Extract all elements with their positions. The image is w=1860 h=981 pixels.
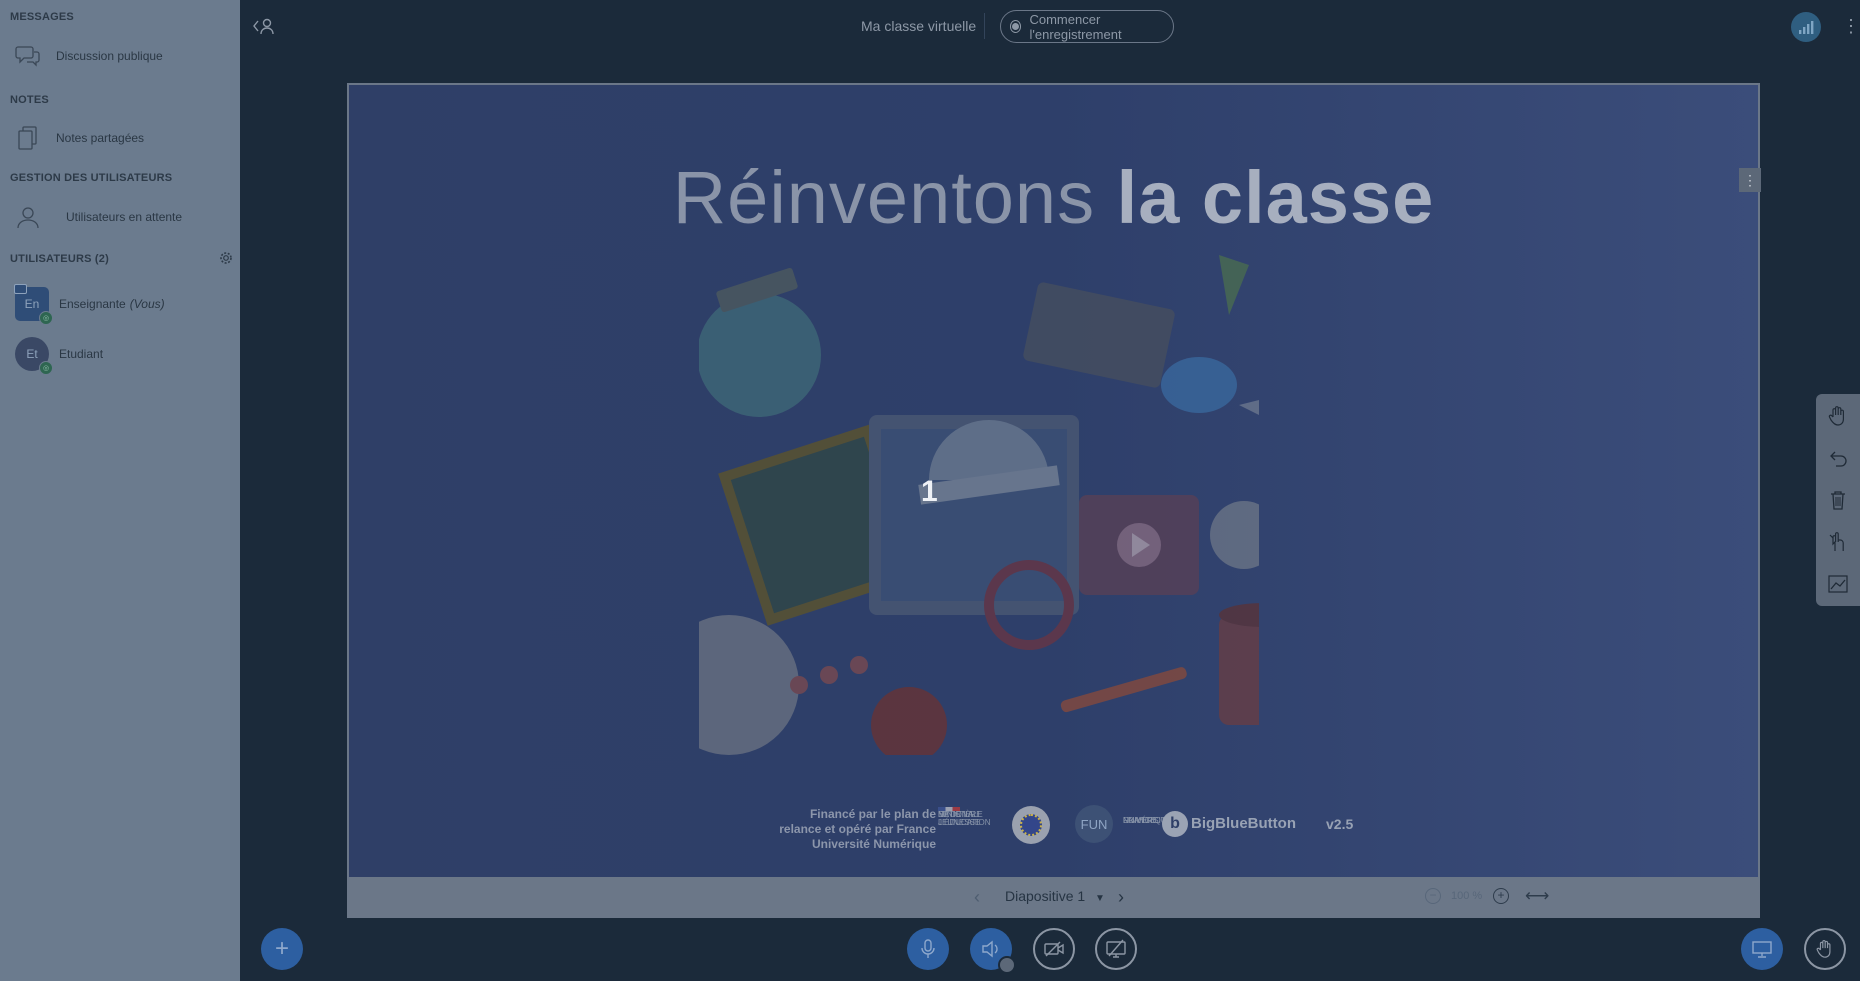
avatar-initials: En [24,297,40,311]
user-icon [14,203,42,231]
fun-logo: FUN [1075,805,1113,843]
hand-icon [1828,406,1844,426]
current-slide-label: Diapositive 1 [1005,888,1086,904]
avatar: Et ◎ [15,337,53,375]
whiteboard-toolbar [1816,394,1860,606]
record-label: Commencer l'enregistrement [1029,11,1122,42]
undo-icon [1830,451,1847,467]
user-row-student[interactable]: Et ◎ Etudiant [0,332,240,376]
previous-slide-icon[interactable]: ‹ [974,887,980,908]
bigbluebutton-version: v2.5 [1326,816,1354,832]
top-bar: Ma classe virtuelle Commencer l'enregist… [240,0,1860,54]
ministry-line: ET DE LA JEUNESSE [938,810,981,827]
speaker-icon [982,940,998,958]
user-name: Etudiant [59,347,104,361]
slide-title-bold: la classe [1116,156,1435,239]
signal-bars-icon [1799,21,1814,34]
waiting-users-item[interactable]: Utilisateurs en attente [0,199,240,235]
presentation-icon [1752,941,1772,958]
waiting-users-label: Utilisateurs en attente [66,210,183,224]
notes-section-title: NOTES [10,94,49,106]
pan-tool-button[interactable] [1816,396,1860,436]
actions-button[interactable]: + [261,928,303,970]
microphone-status-icon: ◎ [39,361,53,375]
trash-icon [1831,491,1845,510]
zoom-out-icon[interactable]: − [1425,888,1441,904]
chart-icon [1828,575,1848,593]
sidebar: MESSAGES Discussion publique NOTES Notes… [0,0,240,981]
bigbluebutton-logo-icon: b [1162,811,1188,837]
fit-to-width-icon[interactable]: ⟷ [1525,886,1549,906]
settings-gear-icon[interactable] [219,251,233,270]
avatar-initials: Et [26,347,38,361]
microphone-icon [921,939,935,958]
camera-off-icon [1044,941,1064,957]
slide-selector[interactable]: Diapositive 1 ▼ [1005,888,1105,904]
public-chat-label: Discussion publique [56,49,163,63]
shared-notes-item[interactable]: Notes partagées [0,120,240,156]
plus-icon: + [274,935,289,962]
pointer-hand-icon [1829,532,1844,551]
multi-user-whiteboard-button[interactable] [1816,522,1860,562]
raise-hand-button[interactable] [1804,928,1846,970]
funding-line: Université Numérique [811,837,936,851]
funding-line: relance et opéré par France [779,822,936,836]
chat-icon [14,42,42,70]
user-management-section-title: GESTION DES UTILISATEURS [10,172,173,184]
presentation-toggle-button[interactable] [1741,928,1783,970]
slide-title: Réinventons la classe [349,155,1758,240]
audio-button[interactable] [970,928,1016,974]
whiteboard-chart-button[interactable] [1816,564,1860,604]
funding-text: Financé par le plan de relance et opéré … [749,807,936,852]
presentation-area: Réinventons la classe 1 Financé par le p… [347,83,1761,918]
slide-title-light: Réinventons [672,156,1117,239]
user-you-label: (Vous) [129,297,165,311]
screen-share-off-icon [1106,939,1126,958]
screen-share-button[interactable] [1095,928,1137,970]
avatar: En ◎ [14,284,53,325]
camera-button[interactable] [1033,928,1075,970]
user-name: Enseignante [59,297,126,311]
options-menu-icon[interactable]: ⋮ [1842,17,1860,35]
shared-notes-label: Notes partagées [56,131,145,145]
slide-options-menu-icon[interactable]: ⋮ [1739,168,1761,192]
meeting-title: Ma classe virtuelle [861,18,977,34]
slide-navigation-bar: ‹ Diapositive 1 ▼ › − 100 % + ⟷ [347,878,1760,918]
notes-icon [14,124,42,152]
slide-number: 1 [921,475,938,508]
funding-line: Financé par le plan de [809,807,936,821]
classroom-illustration [699,255,1259,755]
record-icon [1010,20,1022,33]
users-section-title: UTILISATEURS (2) [10,253,109,265]
audio-settings-icon[interactable] [998,956,1016,974]
raise-hand-icon [1816,940,1831,958]
microphone-button[interactable] [907,928,949,970]
connection-status-button[interactable] [1791,12,1821,42]
public-chat-item[interactable]: Discussion publique [0,38,240,74]
user-row-teacher[interactable]: En ◎ Enseignante (Vous) [0,282,240,326]
fun-logo-text: FUN [1080,816,1108,832]
presenter-badge-icon [14,284,27,294]
messages-section-title: MESSAGES [10,11,74,23]
eu-emblem-logo [1012,806,1050,844]
microphone-status-icon: ◎ [39,311,53,325]
chevron-down-icon: ▼ [1095,893,1105,904]
undo-button[interactable] [1816,438,1860,478]
slide-canvas[interactable]: Réinventons la classe 1 Financé par le p… [349,85,1758,877]
next-slide-icon[interactable]: › [1118,887,1124,908]
zoom-in-icon[interactable]: + [1493,888,1509,904]
start-recording-button[interactable]: Commencer l'enregistrement [1000,10,1174,43]
ministry-logo: MINISTÈRE DE L'ÉDUCATION NATIONALE ET DE… [938,807,991,827]
clear-all-button[interactable] [1816,480,1860,520]
bigbluebutton-name: BigBlueButton [1191,815,1296,832]
toggle-userlist-icon[interactable] [253,17,275,40]
zoom-level: 100 % [1451,890,1483,902]
divider [984,13,985,39]
